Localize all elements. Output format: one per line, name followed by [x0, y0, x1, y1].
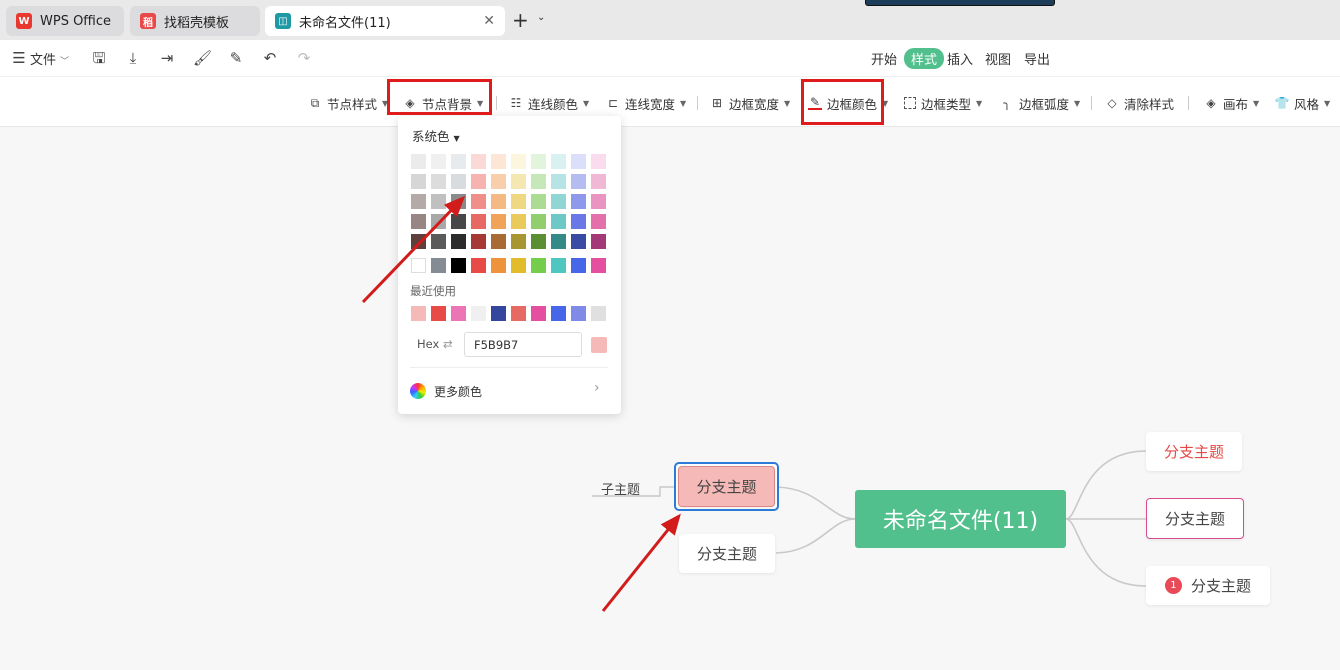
color-swatch[interactable] [551, 174, 566, 189]
color-swatch[interactable] [431, 154, 446, 169]
recent-color-swatch[interactable] [491, 306, 506, 321]
color-swatch[interactable] [491, 194, 506, 209]
color-swatch[interactable] [471, 194, 486, 209]
recent-color-swatch[interactable] [511, 306, 526, 321]
color-swatch[interactable] [591, 234, 606, 249]
color-swatch[interactable] [411, 174, 426, 189]
color-swatch[interactable] [591, 154, 606, 169]
branch-node-right-3[interactable]: 1 分支主题 [1146, 566, 1270, 605]
color-swatch[interactable] [471, 174, 486, 189]
color-swatch[interactable] [511, 258, 526, 273]
system-colors-dropdown[interactable]: 系统色 ▼ [412, 126, 460, 145]
color-swatch[interactable] [531, 234, 546, 249]
recent-color-swatch[interactable] [451, 306, 466, 321]
root-node[interactable]: 未命名文件(11) [855, 490, 1066, 548]
color-preview-swatch [591, 337, 607, 353]
color-swatch[interactable] [451, 234, 466, 249]
color-swatch[interactable] [511, 234, 526, 249]
color-swatch[interactable] [471, 234, 486, 249]
color-swatch[interactable] [551, 154, 566, 169]
color-swatch[interactable] [531, 154, 546, 169]
color-swatch[interactable] [411, 234, 426, 249]
color-swatch[interactable] [451, 174, 466, 189]
color-swatch[interactable] [571, 174, 586, 189]
color-swatch[interactable] [451, 154, 466, 169]
color-swatch[interactable] [491, 154, 506, 169]
color-swatch[interactable] [491, 234, 506, 249]
color-swatch[interactable] [511, 214, 526, 229]
color-swatch[interactable] [491, 174, 506, 189]
recent-color-swatch[interactable] [431, 306, 446, 321]
color-swatch[interactable] [431, 234, 446, 249]
color-swatch[interactable] [451, 258, 466, 273]
branch-node-right-2[interactable]: 分支主题 [1146, 498, 1244, 539]
color-swatch[interactable] [591, 258, 606, 273]
color-swatch[interactable] [551, 258, 566, 273]
color-swatch[interactable] [471, 258, 486, 273]
recent-color-swatch[interactable] [591, 306, 606, 321]
mindmap-connectors [592, 450, 1147, 587]
color-swatch[interactable] [531, 174, 546, 189]
recent-color-swatch[interactable] [471, 306, 486, 321]
recent-color-swatch[interactable] [531, 306, 546, 321]
color-swatch[interactable] [451, 194, 466, 209]
color-swatch[interactable] [511, 194, 526, 209]
color-swatch[interactable] [411, 154, 426, 169]
color-swatch[interactable] [431, 194, 446, 209]
subtopic-node[interactable]: 子主题 [601, 479, 640, 498]
color-swatch[interactable] [531, 194, 546, 209]
system-colors-label: 系统色 [412, 129, 450, 144]
color-swatch[interactable] [531, 214, 546, 229]
color-swatch[interactable] [571, 194, 586, 209]
color-swatch[interactable] [451, 214, 466, 229]
color-swatch[interactable] [431, 174, 446, 189]
branch-node-right-1[interactable]: 分支主题 [1146, 432, 1242, 471]
highlight-box-node-background [387, 79, 492, 115]
swap-icon: ⇄ [442, 337, 453, 351]
recent-color-swatch[interactable] [411, 306, 426, 321]
priority-badge: 1 [1164, 577, 1182, 594]
color-swatch[interactable] [411, 258, 426, 273]
color-swatch[interactable] [551, 214, 566, 229]
color-swatch[interactable] [411, 214, 426, 229]
color-swatch[interactable] [431, 214, 446, 229]
color-swatch[interactable] [511, 174, 526, 189]
branch-node-left-2[interactable]: 分支主题 [679, 534, 775, 573]
color-swatch[interactable] [571, 234, 586, 249]
color-swatch[interactable] [591, 194, 606, 209]
color-swatch[interactable] [471, 154, 486, 169]
color-swatch[interactable] [571, 214, 586, 229]
node-background-color-panel: 系统色 ▼ 最近使用 Hex ⇄ F5B9B7 更多颜色 › [398, 116, 621, 414]
hex-label[interactable]: Hex ⇄ [417, 337, 453, 351]
chevron-right-icon[interactable]: › [594, 380, 600, 396]
color-swatch[interactable] [431, 258, 446, 273]
color-swatch[interactable] [531, 258, 546, 273]
more-colors-label[interactable]: 更多颜色 [434, 383, 482, 400]
color-swatch[interactable] [411, 194, 426, 209]
hex-input[interactable]: F5B9B7 [464, 332, 582, 357]
branch-node-selected[interactable]: 分支主题 [678, 466, 775, 507]
recent-color-swatch[interactable] [571, 306, 586, 321]
color-swatch[interactable] [591, 214, 606, 229]
color-wheel-icon [410, 383, 426, 399]
divider [410, 367, 608, 368]
color-swatch[interactable] [571, 154, 586, 169]
branch-node-label: 分支主题 [1190, 577, 1251, 595]
color-swatch[interactable] [491, 214, 506, 229]
hex-label-text: Hex [417, 337, 440, 351]
recent-colors-label: 最近使用 [410, 284, 456, 298]
color-swatch[interactable] [591, 174, 606, 189]
color-swatch[interactable] [491, 258, 506, 273]
recent-color-swatch[interactable] [551, 306, 566, 321]
color-swatch[interactable] [551, 234, 566, 249]
color-swatch[interactable] [471, 214, 486, 229]
highlight-box-border-color [801, 79, 884, 125]
color-swatch[interactable] [571, 258, 586, 273]
caret-down-icon: ▼ [453, 134, 460, 143]
color-swatch[interactable] [511, 154, 526, 169]
color-swatch[interactable] [551, 194, 566, 209]
